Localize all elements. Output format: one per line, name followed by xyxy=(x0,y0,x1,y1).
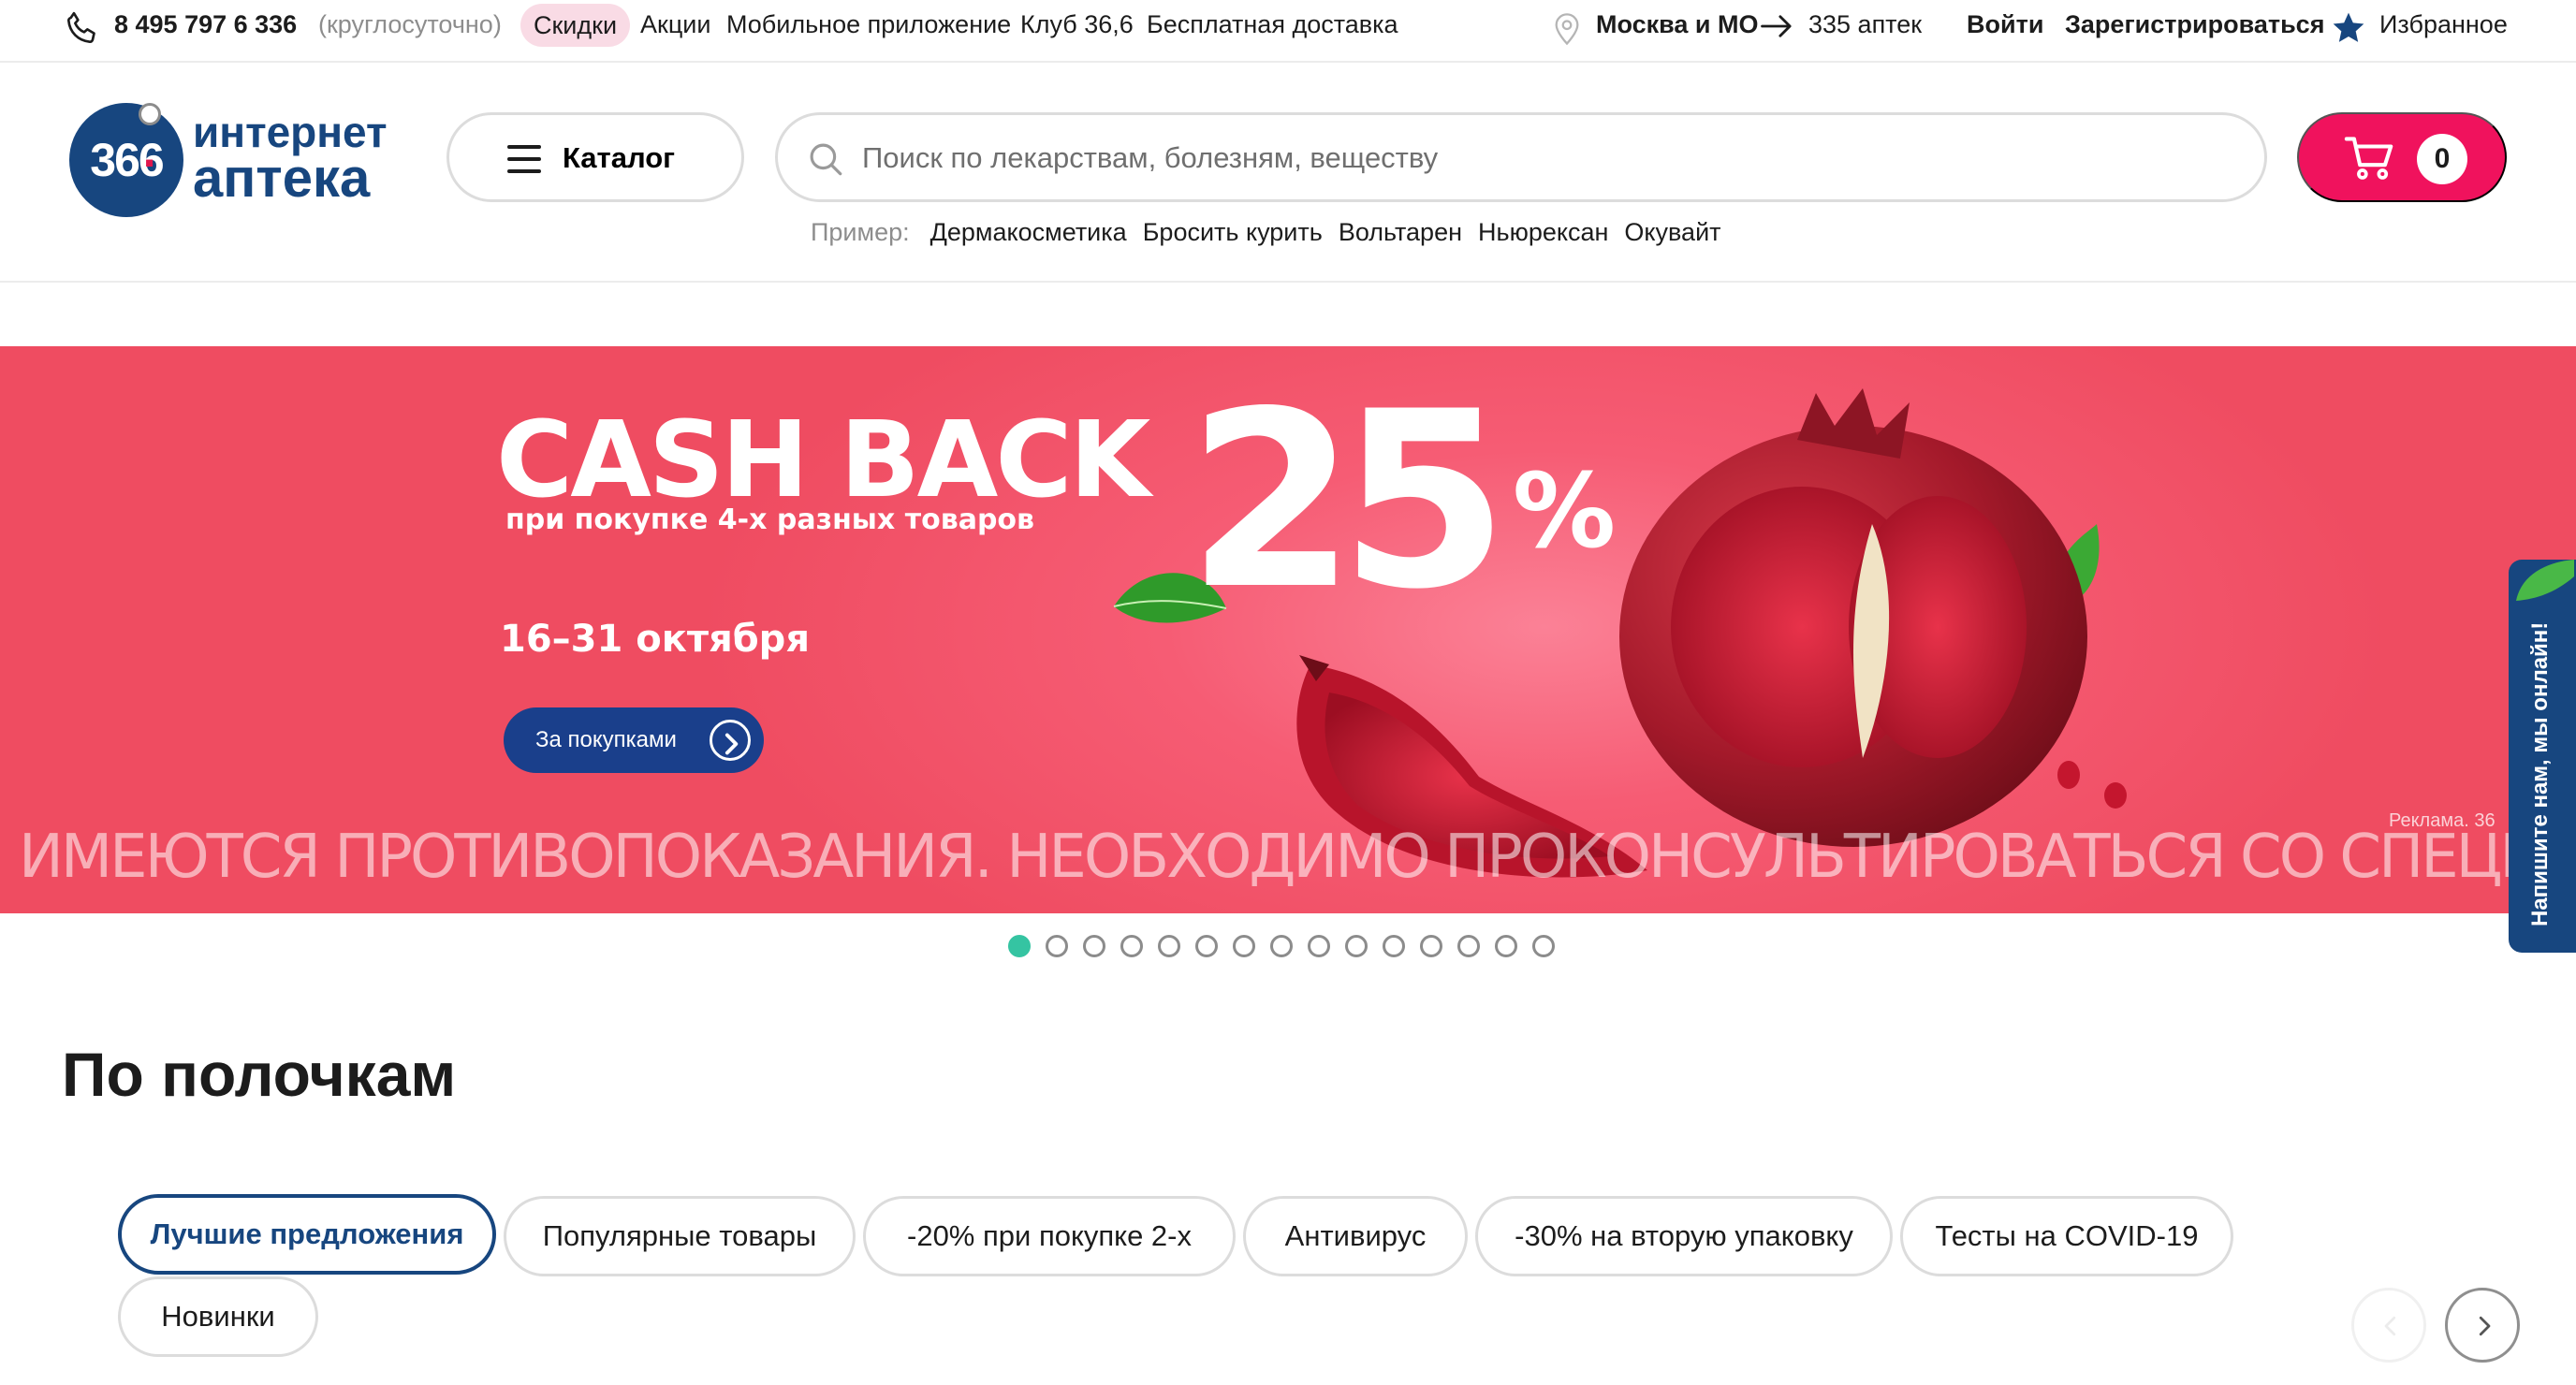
carousel-dot[interactable] xyxy=(1158,935,1180,957)
search-bar[interactable] xyxy=(775,112,2267,202)
search-icon xyxy=(810,143,842,176)
banner-dates: 16–31 октября xyxy=(500,618,810,661)
carousel-dot[interactable] xyxy=(1233,935,1255,957)
leaf-icon xyxy=(2516,560,2574,601)
carousel-dot[interactable] xyxy=(1420,935,1442,957)
examples-label: Пример: xyxy=(811,218,910,246)
location-pin-icon xyxy=(1555,13,1579,46)
carousel-dot[interactable] xyxy=(1008,935,1031,957)
phone-icon xyxy=(66,11,95,44)
carousel-dot[interactable] xyxy=(1270,935,1293,957)
register-link[interactable]: Зарегистрироваться xyxy=(2065,7,2324,41)
carousel-dot[interactable] xyxy=(1457,935,1480,957)
carousel-dot[interactable] xyxy=(1532,935,1555,957)
tab-covid-tests[interactable]: Тесты на COVID-19 xyxy=(1900,1196,2233,1276)
chevron-right-icon xyxy=(2479,1316,2491,1336)
search-input[interactable] xyxy=(862,134,2219,182)
chat-tab-label[interactable]: Напишите нам, мы онлайн! xyxy=(2527,608,2554,926)
menu-icon xyxy=(507,145,541,173)
banner-headline: CASH BACK xyxy=(496,400,1150,521)
carousel-dot[interactable] xyxy=(1195,935,1218,957)
tab-best-offers[interactable]: Лучшие предложения xyxy=(118,1194,496,1275)
section-title: По полочкам xyxy=(62,1040,457,1109)
tab-antivirus[interactable]: Антивирус xyxy=(1243,1196,1468,1276)
discounts-link[interactable]: Скидки xyxy=(520,4,631,47)
phone-hours-note: (круглосуточно) xyxy=(318,10,502,38)
promo-banner[interactable]: CASH BACK при покупке 4-х разных товаров… xyxy=(0,346,2576,913)
banner-cta-button[interactable]: За покупками xyxy=(504,707,764,773)
logo-wordmark: интернет аптека xyxy=(193,109,388,209)
header-divider xyxy=(0,281,2576,283)
cart-count-badge: 0 xyxy=(2417,134,2467,184)
catalog-label: Каталог xyxy=(563,141,676,174)
catalog-button[interactable]: Каталог xyxy=(446,112,744,202)
carousel-next-button[interactable] xyxy=(2445,1288,2520,1363)
arrow-right-icon xyxy=(1761,15,1792,37)
top-utility-bar: 8 495 797 6 336 (круглосуточно) Скидки А… xyxy=(0,0,2576,63)
phone-number-link[interactable]: 8 495 797 6 336 xyxy=(114,7,297,41)
logo-line-2: аптека xyxy=(193,148,371,209)
banner-cta-label: За покупками xyxy=(535,727,677,752)
city-selector[interactable]: Москва и МО xyxy=(1596,7,1759,41)
tab-popular[interactable]: Популярные товары xyxy=(504,1196,856,1276)
star-icon[interactable] xyxy=(2330,9,2367,47)
favorites-link[interactable]: Избранное xyxy=(2379,7,2508,41)
club-link[interactable]: Клуб 36,6 xyxy=(1020,7,1134,41)
example-link[interactable]: Бросить курить xyxy=(1143,218,1323,246)
login-link[interactable]: Войти xyxy=(1967,7,2043,41)
tab-30-percent[interactable]: -30% на вторую упаковку xyxy=(1475,1196,1893,1276)
chevron-right-icon xyxy=(710,720,751,761)
carousel-dot[interactable] xyxy=(1083,935,1105,957)
example-link[interactable]: Вольтарен xyxy=(1339,218,1462,246)
mobile-app-link[interactable]: Мобильное приложение xyxy=(726,7,1011,41)
chevron-left-icon xyxy=(2384,1316,2396,1336)
logo-badge: 36 · 6 xyxy=(69,103,183,217)
cart-icon xyxy=(2344,137,2393,180)
carousel-prev-button[interactable] xyxy=(2351,1288,2426,1363)
carousel-dot[interactable] xyxy=(1046,935,1068,957)
banner-percent-sign: % xyxy=(1512,451,1617,571)
banner-subline: при покупке 4-х разных товаров xyxy=(505,503,1035,536)
pharmacies-link[interactable]: 335 аптек xyxy=(1808,7,1922,41)
promos-link[interactable]: Акции xyxy=(640,7,710,41)
example-link[interactable]: Окувайт xyxy=(1624,218,1720,246)
ad-label: Реклама. 36 xyxy=(2389,810,2496,831)
carousel-dot[interactable] xyxy=(1345,935,1368,957)
tab-20-percent[interactable]: -20% при покупке 2-х xyxy=(863,1196,1236,1276)
logo-number-left: 36 xyxy=(90,134,140,186)
carousel-dot[interactable] xyxy=(1383,935,1405,957)
carousel-dot[interactable] xyxy=(1495,935,1517,957)
cart-button[interactable]: 0 xyxy=(2297,112,2507,202)
banner-disclaimer: ИМЕЮТСЯ ПРОТИВОПОКАЗАНИЯ. НЕОБХОДИМО ПРО… xyxy=(19,823,2576,892)
example-link[interactable]: Дермакосметика xyxy=(930,218,1127,246)
carousel-dot[interactable] xyxy=(1308,935,1330,957)
tab-new[interactable]: Новинки xyxy=(118,1276,318,1357)
free-delivery-link[interactable]: Бесплатная доставка xyxy=(1147,7,1398,41)
carousel-dot[interactable] xyxy=(1120,935,1143,957)
search-examples: Пример: Дермакосметика Бросить курить Вольт… xyxy=(811,213,1737,251)
example-link[interactable]: Ньюрексан xyxy=(1478,218,1608,246)
banner-percent: 25% xyxy=(1187,380,1616,623)
banner-percent-value: 25 xyxy=(1187,360,1509,643)
site-logo[interactable]: 36 · 6 интернет аптека xyxy=(69,99,395,219)
